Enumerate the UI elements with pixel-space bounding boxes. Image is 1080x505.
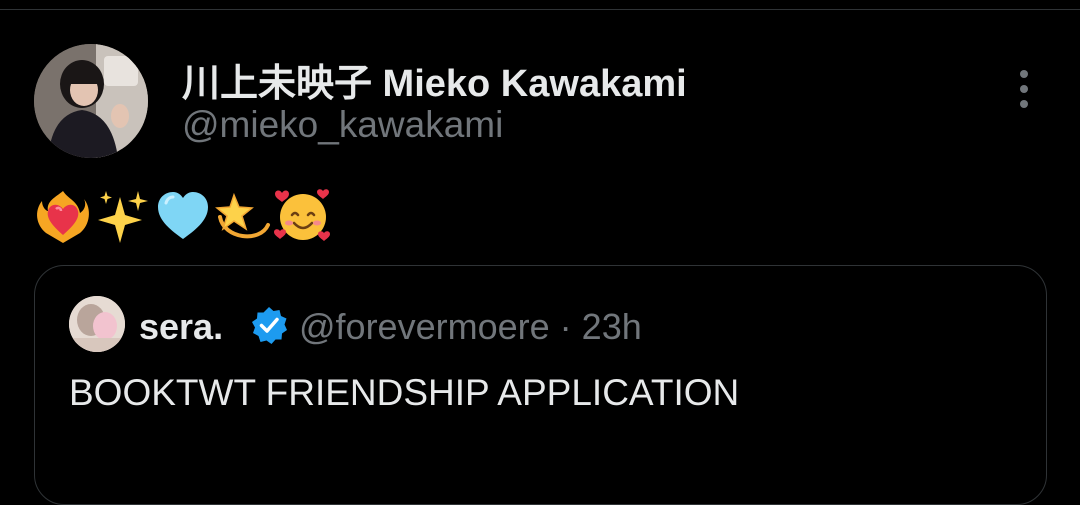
quoted-author-avatar[interactable] xyxy=(69,296,125,352)
verified-badge-icon xyxy=(252,307,287,344)
quoted-timestamp[interactable]: 23h xyxy=(582,306,642,347)
avatar-photo-icon xyxy=(34,44,148,158)
light-blue-heart-icon xyxy=(158,192,208,239)
author-display-name[interactable]: 川上未映子 Mieko Kawakami xyxy=(182,52,687,107)
smiling-face-with-hearts-icon xyxy=(274,189,330,241)
quoted-avatar-photo-icon xyxy=(69,296,125,352)
quoted-tweet-card[interactable]: sera. @forevermoere · 23h BOOKTWT FRIEND… xyxy=(34,265,1047,505)
more-dot-icon xyxy=(1020,85,1028,93)
quoted-meta: @forevermoere · 23h xyxy=(299,306,642,348)
more-dot-icon xyxy=(1020,70,1028,78)
dizzy-icon xyxy=(215,192,270,239)
more-dot-icon xyxy=(1020,100,1028,108)
author-avatar[interactable] xyxy=(34,44,148,158)
meta-separator: · xyxy=(559,306,572,347)
top-divider xyxy=(0,9,1080,10)
quoted-display-name[interactable]: sera. xyxy=(139,306,223,348)
heart-on-fire-icon xyxy=(37,191,89,243)
author-handle[interactable]: @mieko_kawakami xyxy=(182,104,503,146)
sparkles-icon xyxy=(98,191,148,243)
more-options-button[interactable] xyxy=(1008,70,1040,108)
quoted-handle[interactable]: @forevermoere xyxy=(299,306,550,347)
quoted-tweet-text: BOOKTWT FRIENDSHIP APPLICATION xyxy=(69,372,740,413)
tweet-text xyxy=(34,186,332,246)
